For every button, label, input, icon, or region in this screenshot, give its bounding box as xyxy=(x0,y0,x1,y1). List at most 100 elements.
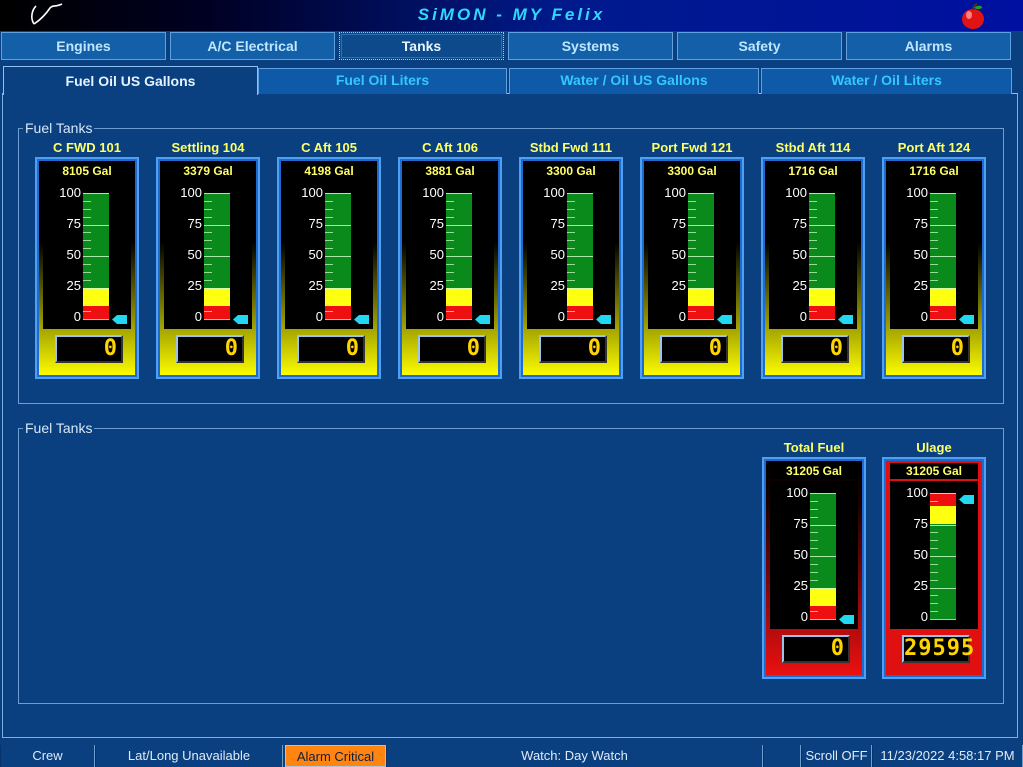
tank-gauge[interactable]: 31205 Gal 100 75 50 25 0 0 xyxy=(762,457,866,679)
scale-tick-label: 25 xyxy=(429,278,444,293)
scale-tick-label: 0 xyxy=(920,309,928,324)
alarm-zone-red xyxy=(204,306,230,319)
group-title: Fuel Tanks xyxy=(25,120,93,136)
tank-name-label: C FWD 101 xyxy=(53,140,121,155)
scale-tick-mark xyxy=(325,248,333,249)
scale-tick-mark xyxy=(325,272,333,273)
scale-tick-mark xyxy=(446,303,454,304)
tab-safety[interactable]: Safety xyxy=(677,32,842,60)
tank-gauge[interactable]: 3300 Gal 100 75 50 25 0 0 xyxy=(640,157,744,379)
tank-capacity: 4198 Gal xyxy=(285,163,373,179)
scale-tick-mark xyxy=(83,264,91,265)
scale-tick-mark xyxy=(83,232,91,233)
gauge-scale-area: 100 75 50 25 0 xyxy=(769,181,857,329)
scale-tick-mark xyxy=(446,319,472,320)
scale-tick-label: 50 xyxy=(913,547,928,562)
scale-tick-mark xyxy=(688,225,714,226)
scale-tick-mark xyxy=(688,319,714,320)
apple-icon[interactable] xyxy=(958,2,988,30)
status-crew[interactable]: Crew xyxy=(0,745,95,767)
scale-tick-mark xyxy=(930,288,956,289)
scale-tick-label: 100 xyxy=(59,185,81,200)
scale-tick-mark xyxy=(567,311,575,312)
status-scroll[interactable]: Scroll OFF xyxy=(801,745,872,767)
scale-tick-mark xyxy=(446,193,472,194)
tank-gauge[interactable]: 31205 Gal 100 75 50 25 0 29595 xyxy=(882,457,986,679)
tank-gauge[interactable]: 8105 Gal 100 75 50 25 0 0 xyxy=(35,157,139,379)
level-bar xyxy=(930,493,956,620)
scale-tick-mark xyxy=(567,225,593,226)
scale-tick-label: 25 xyxy=(913,578,928,593)
tank-gauge[interactable]: 3881 Gal 100 75 50 25 0 0 xyxy=(398,157,502,379)
scale-tick-mark xyxy=(810,588,836,589)
tab-ac-electrical[interactable]: A/C Electrical xyxy=(170,32,335,60)
scale-tick-mark xyxy=(446,232,454,233)
status-alarm-critical[interactable]: Alarm Critical xyxy=(285,745,386,767)
tank-gauge[interactable]: 3300 Gal 100 75 50 25 0 0 xyxy=(519,157,623,379)
level-pointer-icon xyxy=(233,315,248,324)
scale-tick-mark xyxy=(809,225,835,226)
scale-tick-mark xyxy=(204,209,212,210)
scale-tick-label: 0 xyxy=(73,309,81,324)
level-readout: 0 xyxy=(660,335,728,363)
scale-tick-mark xyxy=(688,240,696,241)
scale-tick-mark xyxy=(930,501,938,502)
scale-tick-mark xyxy=(83,311,91,312)
tank-gauge[interactable]: 4198 Gal 100 75 50 25 0 0 xyxy=(277,157,381,379)
scale-tick-mark xyxy=(810,501,818,502)
scale-tick-mark xyxy=(325,232,333,233)
scale-tick-mark xyxy=(809,311,817,312)
alarm-zone-red xyxy=(810,606,836,619)
scale-tick-label: 75 xyxy=(793,516,808,531)
scale-tick-label: 75 xyxy=(792,216,807,231)
subtab-fuel-oil-liters[interactable]: Fuel Oil Liters xyxy=(258,68,507,94)
scale-tick-label: 100 xyxy=(180,185,202,200)
window-title: SiMON - MY Felix xyxy=(417,5,606,24)
tank-name-label: Ulage xyxy=(916,440,952,455)
tab-engines[interactable]: Engines xyxy=(1,32,166,60)
scale-tick-mark xyxy=(810,564,818,565)
subtab-water-oil-us-gallons[interactable]: Water / Oil US Gallons xyxy=(509,68,759,94)
scale-tick-mark xyxy=(567,319,593,320)
scale-tick-label: 100 xyxy=(543,185,565,200)
scale-tick-label: 25 xyxy=(66,278,81,293)
scale-tick-mark xyxy=(83,217,91,218)
scale-tick-mark xyxy=(204,319,230,320)
scale-tick-mark xyxy=(930,209,938,210)
scale-tick-mark xyxy=(810,580,818,581)
scale-tick-mark xyxy=(810,517,818,518)
scale-tick-mark xyxy=(810,619,836,620)
tank-gauge[interactable]: 1716 Gal 100 75 50 25 0 0 xyxy=(882,157,986,379)
scale-tick-mark xyxy=(688,303,696,304)
scale-tick-mark xyxy=(567,232,575,233)
tank-name-label: C Aft 106 xyxy=(422,140,478,155)
tank-gauge[interactable]: 1716 Gal 100 75 50 25 0 0 xyxy=(761,157,865,379)
scale-tick-mark xyxy=(809,193,835,194)
tank-name-label: Port Aft 124 xyxy=(897,140,971,155)
tab-systems[interactable]: Systems xyxy=(508,32,673,60)
tab-alarms[interactable]: Alarms xyxy=(846,32,1011,60)
scale-tick-label: 50 xyxy=(187,247,202,262)
level-pointer-icon xyxy=(717,315,732,324)
scale-tick-mark xyxy=(809,256,835,257)
scale-tick-mark xyxy=(930,240,938,241)
tab-tanks[interactable]: Tanks xyxy=(339,32,504,60)
scale-tick-mark xyxy=(809,319,835,320)
tank-gauge[interactable]: 3379 Gal 100 75 50 25 0 0 xyxy=(156,157,260,379)
scale-tick-mark xyxy=(688,288,714,289)
scale-tick-mark xyxy=(83,201,91,202)
level-pointer-icon xyxy=(112,315,127,324)
scale-tick-mark xyxy=(930,509,938,510)
scale-tick-mark xyxy=(809,303,817,304)
status-blank xyxy=(763,745,801,767)
subtab-water-oil-liters[interactable]: Water / Oil Liters xyxy=(761,68,1012,94)
scale-tick-mark xyxy=(930,201,938,202)
scale-tick-mark xyxy=(810,548,818,549)
subtab-fuel-oil-us-gallons[interactable]: Fuel Oil US Gallons xyxy=(3,66,258,95)
scale-tick-mark xyxy=(930,256,956,257)
scale-tick-mark xyxy=(930,232,938,233)
scale-tick-mark xyxy=(810,493,836,494)
level-pointer-icon xyxy=(959,495,974,505)
scale-tick-mark xyxy=(446,209,454,210)
level-bar xyxy=(83,193,109,320)
